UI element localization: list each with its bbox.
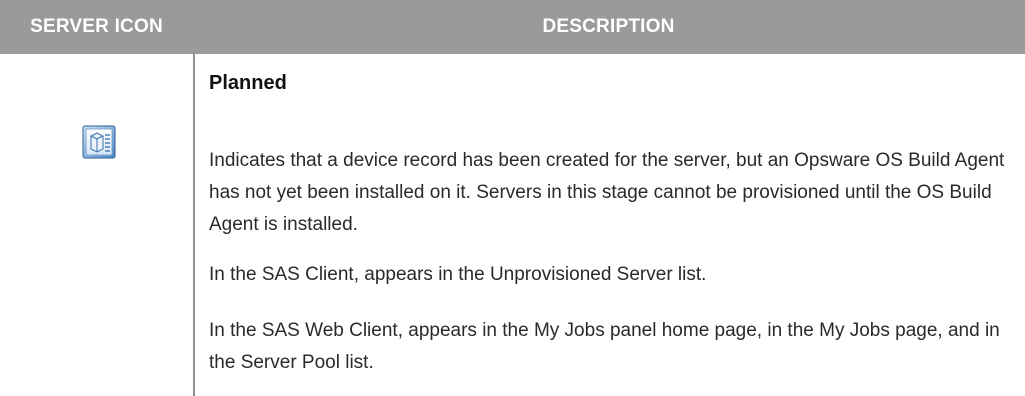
- table-header: SERVER ICON DESCRIPTION: [0, 0, 1025, 54]
- status-title: Planned: [209, 72, 287, 94]
- icon-cell: [0, 54, 193, 396]
- description-paragraph: Indicates that a device record has been …: [209, 150, 1005, 235]
- server-icon-column-header: SERVER ICON: [30, 16, 163, 37]
- column-divider: [193, 54, 195, 396]
- server-status-table: SERVER ICON DESCRIPTION Planned Indicate…: [0, 0, 1025, 396]
- description-paragraph: In the SAS Web Client, appears in the My…: [209, 320, 1000, 373]
- server-planned-icon: [82, 125, 116, 159]
- description-column-header: DESCRIPTION: [542, 16, 675, 37]
- description-paragraph: In the SAS Client, appears in the Unprov…: [209, 264, 707, 285]
